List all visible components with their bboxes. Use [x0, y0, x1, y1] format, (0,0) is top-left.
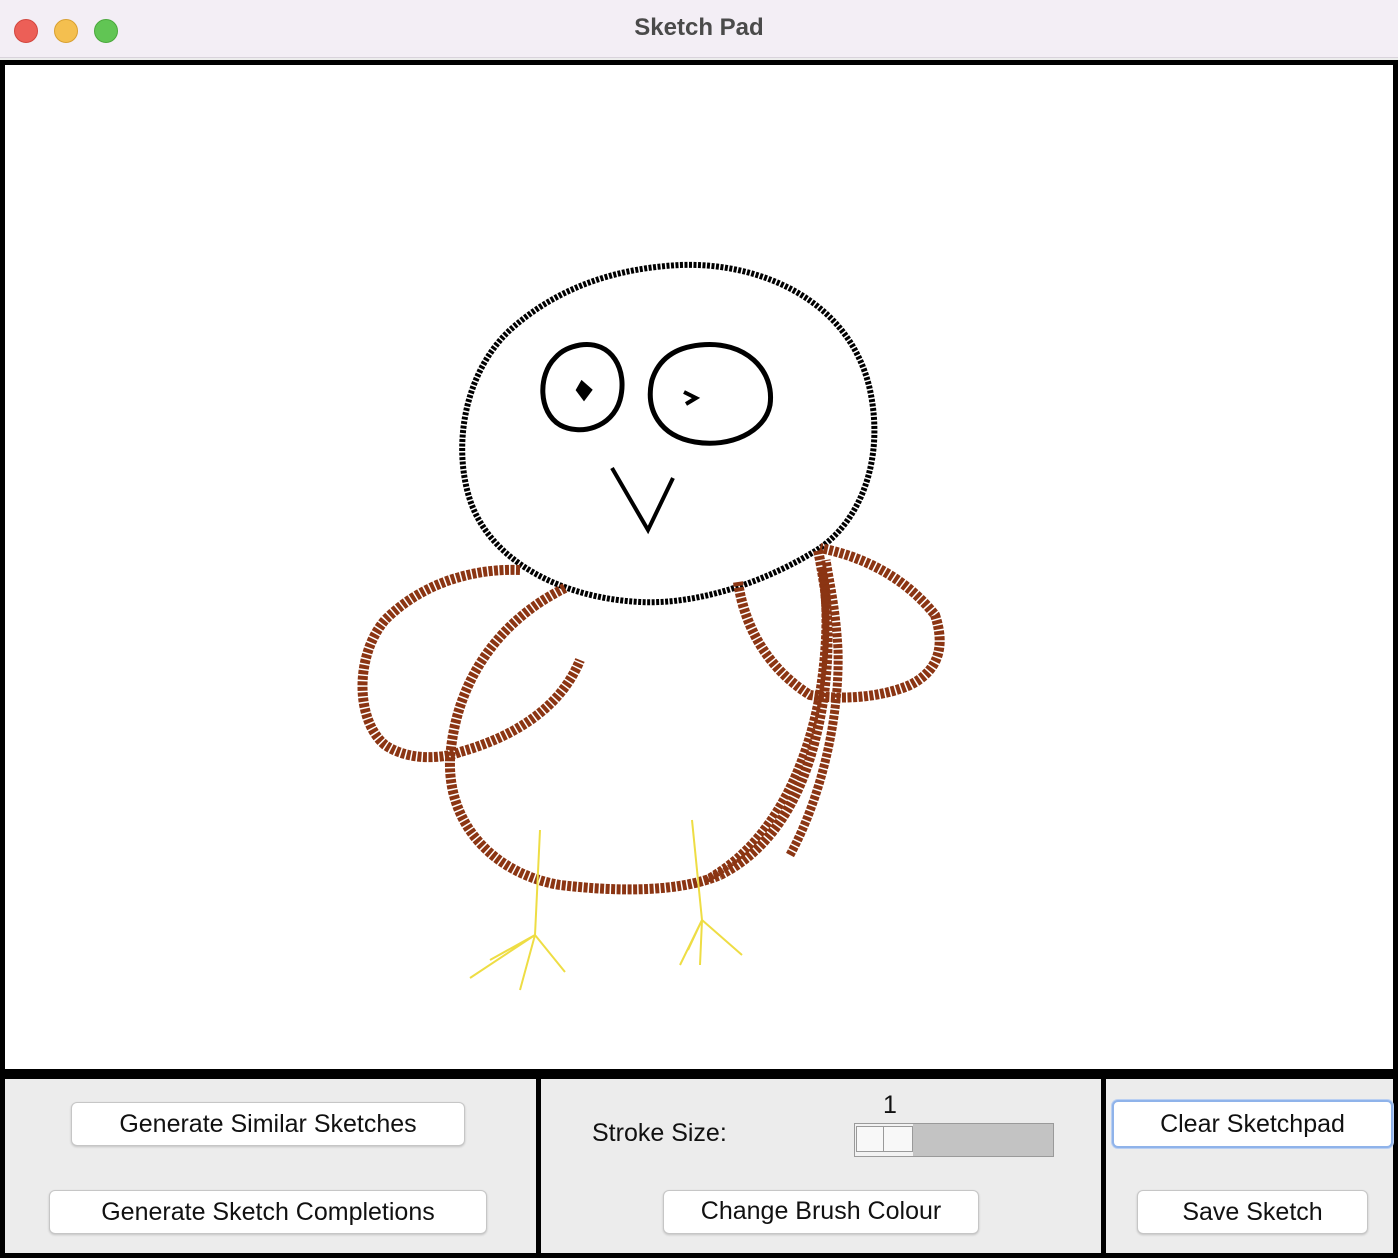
- right-leg-stroke: [679, 819, 743, 966]
- left-leg-stroke: [469, 829, 566, 991]
- stroke-size-slider-thumb-left[interactable]: [856, 1126, 886, 1152]
- brush-panel: Stroke Size: 1 Change Brush Colour: [536, 1074, 1106, 1258]
- body-left-stroke: [444, 583, 722, 895]
- right-eye-stroke: [647, 341, 774, 446]
- stroke-size-label: Stroke Size:: [592, 1119, 727, 1147]
- generation-panel: Generate Similar Sketches Generate Sketc…: [0, 1074, 541, 1258]
- save-sketch-button[interactable]: Save Sketch: [1137, 1190, 1368, 1234]
- generate-similar-sketches-button[interactable]: Generate Similar Sketches: [71, 1102, 465, 1146]
- file-panel: Clear Sketchpad Save Sketch: [1101, 1074, 1398, 1258]
- generate-sketch-completions-button[interactable]: Generate Sketch Completions: [49, 1190, 487, 1234]
- change-brush-colour-button[interactable]: Change Brush Colour: [663, 1190, 979, 1234]
- window-title: Sketch Pad: [634, 14, 764, 41]
- beak-stroke: [610, 466, 675, 535]
- title-bar: Sketch Pad: [0, 0, 1398, 58]
- sketch-canvas[interactable]: [0, 60, 1398, 1074]
- stroke-size-slider[interactable]: [854, 1123, 1054, 1157]
- stroke-size-slider-thumb[interactable]: [883, 1126, 913, 1152]
- sketch-drawing: [357, 261, 945, 991]
- left-pupil-stroke: [575, 379, 593, 402]
- clear-sketchpad-button[interactable]: Clear Sketchpad: [1112, 1100, 1393, 1148]
- stroke-size-value: 1: [883, 1091, 897, 1119]
- right-pupil-stroke: [683, 390, 701, 406]
